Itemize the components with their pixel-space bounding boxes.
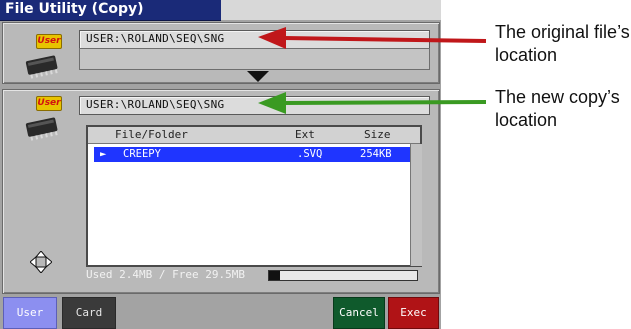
annotation-original-line2: location (495, 45, 558, 65)
annotation-new-line2: location (495, 110, 558, 130)
annotation-original-location: The original file’s location (495, 21, 630, 67)
annotation-original-line1: The original file’s (495, 22, 630, 42)
original-location-arrow-icon (258, 27, 487, 49)
new-location-arrow-icon (258, 92, 487, 114)
annotation-new-location: The new copy’s location (495, 86, 620, 132)
annotation-new-line1: The new copy’s (495, 87, 620, 107)
